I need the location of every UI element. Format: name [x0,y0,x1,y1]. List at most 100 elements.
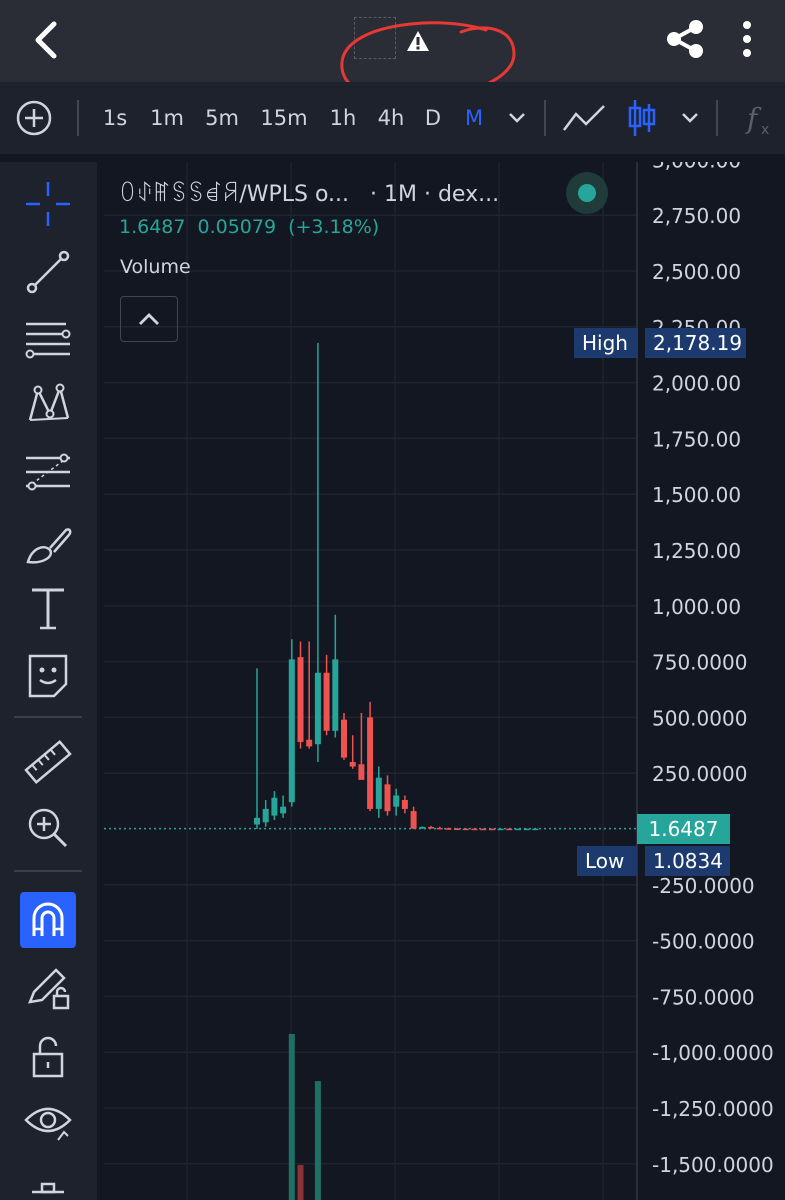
text-icon[interactable] [22,582,74,634]
candle-body [480,828,487,831]
low-label-tag: Low [577,846,637,876]
candle-body [497,828,504,831]
candle-body [488,828,495,831]
market-status-icon[interactable] [566,172,608,214]
candle-body [314,672,321,745]
price-axis-label: 1,500.00 [652,483,741,507]
price-axis-label: 1,000.00 [652,595,741,619]
candle-body [523,828,530,831]
candle-body [349,762,356,767]
more-vertical-icon[interactable] [732,18,762,60]
candle-body [401,799,408,809]
candle-body [367,717,374,809]
price-axis-label: 2,000.00 [652,372,741,396]
price-axis-label: 750.0000 [652,651,747,675]
interval-15m[interactable]: 15m [257,82,311,154]
low-value-tag: 1.0834 [645,846,730,876]
volume-legend[interactable]: Volume [120,256,191,278]
candle-body [297,657,304,742]
interval-m[interactable]: M [461,82,487,154]
toolbar-separator [14,870,82,872]
ruler-icon[interactable] [22,736,74,788]
crosshair-icon[interactable] [22,178,74,230]
chevron-down-icon[interactable] [507,110,527,126]
candle-body [358,764,365,780]
candle-body [462,828,469,831]
lock-icon[interactable] [22,1032,74,1084]
candle-body [262,808,269,823]
price-axis-label: -500.0000 [652,930,755,954]
drawing-toolbar [0,162,97,1200]
price-change-pct: (+3.18%) [288,216,380,238]
price-change: 0.05079 [197,216,277,238]
svg-text:f: f [745,102,762,135]
interval-1m[interactable]: 1m [146,82,188,154]
candle-body [375,777,382,809]
toolbar-separator [716,100,718,136]
candle-body [323,672,330,731]
price-axis-label: -750.0000 [652,985,755,1009]
current-price-tag: 1.6487 [637,814,730,844]
price-axis-label: 3,000.00 [652,162,741,172]
candle-body [306,739,313,747]
legend-values: 1.6487 0.05079 (+3.18%) [119,216,391,238]
candle-body [254,817,260,825]
plus-circle-icon[interactable] [16,100,52,136]
interval-1s[interactable]: 1s [98,82,132,154]
pencil-lock-icon[interactable] [22,962,74,1014]
candle-body [428,826,434,829]
collapse-legend-button[interactable] [120,296,178,342]
volume-bar [314,1081,321,1200]
candle-body [436,827,443,830]
candle-body [445,828,452,830]
interval-d[interactable]: D [421,82,445,154]
trash-icon[interactable] [22,1178,74,1200]
price-axis-label: 2,500.00 [652,260,741,284]
interval-5m[interactable]: 5m [201,82,243,154]
candle-body [271,797,278,816]
chart-legend-title[interactable]: ꄲꂑꂵꌗꌗꀸꋪ/WPLS o... · 1M · dex... [119,178,499,207]
magnet-button[interactable] [20,892,76,948]
line-chart-icon[interactable] [561,100,607,136]
candlestick-icon[interactable] [627,98,657,138]
candle-body [341,719,347,758]
share-icon[interactable] [664,18,706,60]
price-axis-label: -1,250.0000 [652,1097,774,1121]
candle-body [288,659,295,803]
zoom-in-icon[interactable] [22,802,74,854]
high-value-tag: 2,178.19 [645,328,746,358]
candle-body [332,659,339,731]
candle-body [384,784,391,812]
candle-body [454,828,461,831]
eye-icon[interactable] [22,1096,74,1148]
top-bar [0,0,785,102]
candle-body [280,806,287,814]
price-axis-label: -1,000.0000 [652,1041,774,1065]
interval-4h[interactable]: 4h [374,82,408,154]
candle-body [419,826,426,829]
horizontal-lines-icon[interactable] [22,314,74,366]
sticker-icon[interactable] [22,650,74,702]
price-axis-label: -250.0000 [652,874,755,898]
candle-body [532,828,539,831]
volume-bar [297,1165,304,1200]
candle-body [410,811,417,829]
candle-body [471,828,478,831]
interval-1h[interactable]: 1h [326,82,360,154]
toolbar-separator [14,716,82,718]
pattern-icon[interactable] [22,378,74,430]
trend-line-icon[interactable] [22,246,74,298]
candle-body [506,828,513,831]
brush-icon[interactable] [22,518,74,570]
price-chart[interactable]: 3,000.002,750.002,500.002,250.002,000.00… [104,162,785,1200]
toolbar-separator [77,100,79,136]
fx-icon[interactable]: f x [745,100,775,138]
toolbar-separator [544,100,546,136]
chevron-left-icon[interactable] [28,18,68,62]
volume-bar [288,1034,295,1200]
chevron-down-icon[interactable] [680,110,700,126]
price-axis-label: -1,500.0000 [652,1153,774,1177]
svg-text:x: x [761,122,769,138]
fib-icon[interactable] [22,446,74,498]
interval-toolbar: 1s 1m 5m 15m 1h 4h D M f x [0,82,785,154]
